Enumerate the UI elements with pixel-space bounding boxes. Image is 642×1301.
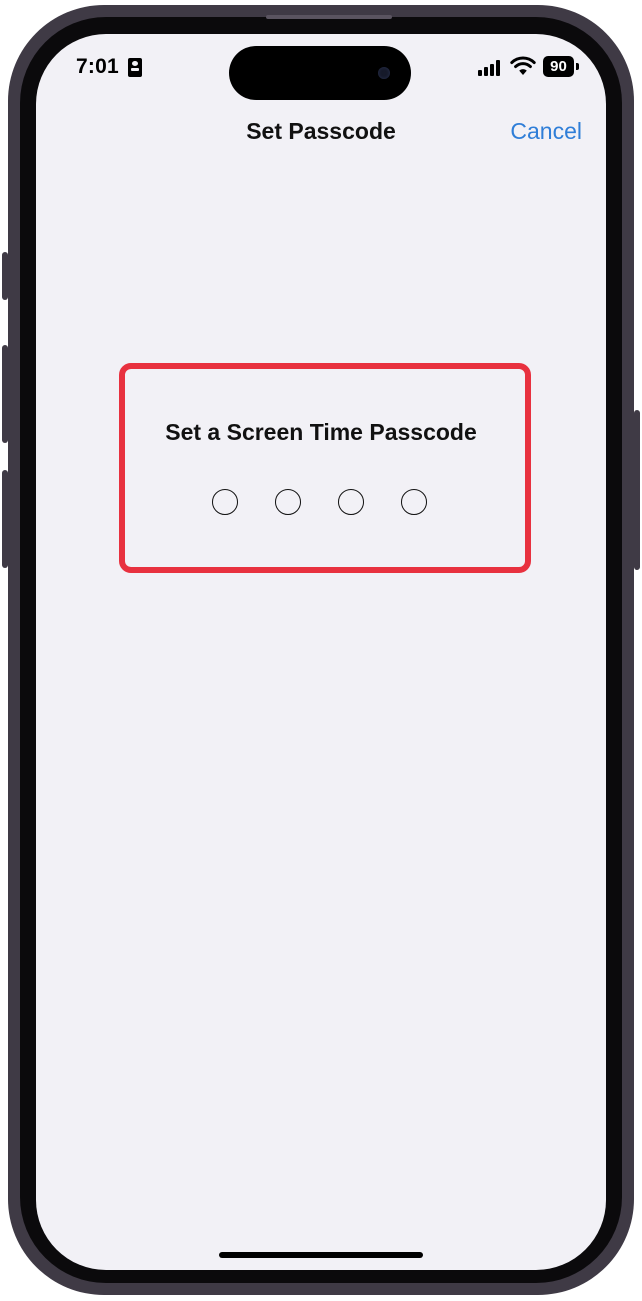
front-camera (378, 67, 390, 79)
passcode-digit-slot (401, 489, 427, 515)
home-indicator[interactable] (219, 1252, 423, 1258)
passcode-entry[interactable] (212, 489, 432, 517)
cancel-button[interactable]: Cancel (510, 118, 582, 145)
passcode-digit-slot (275, 489, 301, 515)
passcode-digit-slot (212, 489, 238, 515)
power-button (634, 410, 640, 570)
status-time: 7:01 (76, 55, 119, 78)
passcode-prompt: Set a Screen Time Passcode (165, 419, 477, 445)
wifi-icon (510, 56, 536, 75)
action-button (2, 252, 8, 300)
screen: 7:01 90 Set Passcode Cancel Set a Screen… (36, 34, 606, 1270)
volume-up-button (2, 345, 8, 443)
passcode-digit-slot (338, 489, 364, 515)
battery-cap (576, 63, 579, 70)
page: 7:01 90 Set Passcode Cancel Set a Screen… (0, 0, 642, 1301)
battery-icon: 90 (543, 56, 574, 77)
dynamic-island (229, 46, 411, 100)
contact-card-icon (128, 58, 142, 77)
volume-down-button (2, 470, 8, 568)
cellular-signal-icon (478, 60, 502, 76)
highlight-annotation-box (119, 363, 531, 573)
speaker-grille (266, 15, 392, 19)
